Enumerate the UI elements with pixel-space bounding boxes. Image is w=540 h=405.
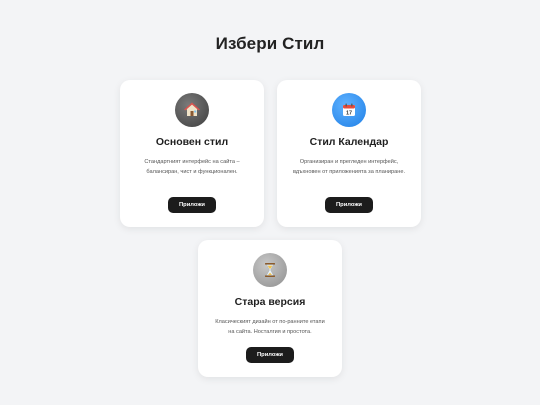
calendar-icon: 17 [332, 93, 366, 127]
apply-button[interactable]: Приложи [168, 197, 216, 213]
card-description: Стандартният интерфейс на сайта – баланс… [144, 159, 240, 175]
apply-button[interactable]: Приложи [246, 347, 294, 363]
page-title: Избери Стил [215, 34, 325, 53]
style-card-legacy: Стара версия Класическият дизайн от по-р… [198, 240, 342, 377]
style-card-calendar: 17 Стил Календар Организиран и прегледен… [277, 80, 421, 227]
house-icon [175, 93, 209, 127]
svg-text:17: 17 [346, 111, 352, 117]
card-title: Стил Календар [309, 136, 389, 148]
card-description: Организиран и прегледен интерфейс, вдъхн… [292, 159, 406, 175]
hourglass-icon [253, 253, 287, 287]
card-title: Основен стил [155, 136, 229, 148]
style-card-basic: Основен стил Стандартният интерфейс на с… [120, 80, 264, 227]
card-description: Класическият дизайн от по-ранните етапи … [215, 319, 325, 335]
apply-button[interactable]: Приложи [325, 197, 373, 213]
card-title: Стара версия [234, 296, 306, 308]
